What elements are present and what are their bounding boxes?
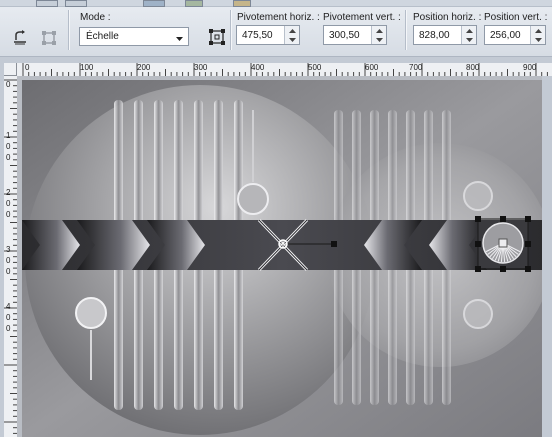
image-canvas[interactable]: [22, 80, 542, 437]
pos-v-input[interactable]: [485, 26, 531, 44]
ruler-label: 0: [6, 153, 11, 162]
pos-h-input[interactable]: [414, 26, 462, 44]
chevron-down-icon[interactable]: [285, 35, 299, 44]
ruler-label: 200: [137, 63, 151, 72]
ruler-label: 0: [6, 313, 11, 322]
chevron-down-icon[interactable]: [531, 35, 545, 44]
workspace-edge: [542, 76, 552, 437]
vertical-ruler[interactable]: 0 1 0 0 2 0 0 3 0 0 4 0 0: [4, 76, 18, 437]
pos-v-field[interactable]: [484, 25, 546, 45]
resize-handle[interactable]: [500, 216, 506, 222]
separator: [230, 10, 232, 50]
resize-handle[interactable]: [525, 216, 531, 222]
pivot-h-field[interactable]: [236, 25, 300, 45]
ruler-corner: [4, 63, 17, 76]
chevron-up-icon[interactable]: [462, 26, 476, 35]
ruler-label: 100: [80, 63, 94, 72]
separator: [405, 10, 407, 50]
ruler-label: 1: [6, 131, 11, 140]
ruler-label: 500: [308, 63, 322, 72]
ruler-label: 2: [6, 188, 11, 197]
ruler-label: 0: [6, 267, 11, 276]
ruler-label: 600: [365, 63, 379, 72]
pivot-h-label: Pivotement horiz. :: [237, 12, 320, 23]
ruler-label: 0: [6, 80, 11, 89]
tool-options-palette: Mode : Échelle Pivotement horiz. : Pivot…: [0, 0, 552, 57]
ruler-label: 0: [6, 210, 11, 219]
chevron-up-icon[interactable]: [531, 26, 545, 35]
ruler-label: 3: [6, 245, 11, 254]
pos-v-spinner: [530, 26, 545, 44]
ruler-label: 0: [6, 142, 11, 151]
horizontal-ruler[interactable]: 0 100 200 300 400 500 600 700 800 900: [4, 63, 552, 77]
ruler-label: 0: [6, 256, 11, 265]
resize-handle[interactable]: [525, 266, 531, 272]
mode-value: Échelle: [86, 31, 119, 42]
ruler-label: 400: [251, 63, 265, 72]
resize-handle[interactable]: [475, 216, 481, 222]
ruler-label: 800: [466, 63, 480, 72]
resize-handle[interactable]: [475, 266, 481, 272]
ruler-label: 0: [6, 199, 11, 208]
ruler-label: 0: [25, 63, 30, 72]
selected-object[interactable]: [478, 220, 528, 268]
mode-select[interactable]: Échelle: [79, 27, 189, 46]
top-strip: [0, 0, 552, 7]
pivot-v-field[interactable]: [323, 25, 387, 45]
ruler-label: 900: [523, 63, 537, 72]
deform-icon[interactable]: [38, 27, 60, 49]
strip-button[interactable]: [233, 0, 251, 7]
strip-button[interactable]: [65, 0, 87, 7]
resize-handle[interactable]: [500, 266, 506, 272]
ruler-label: 4: [6, 302, 11, 311]
pos-h-label: Position horiz. :: [413, 12, 482, 23]
chevron-down-icon[interactable]: [462, 35, 476, 44]
resize-handle[interactable]: [475, 241, 481, 247]
ruler-label: 0: [6, 324, 11, 333]
resize-handle[interactable]: [525, 241, 531, 247]
ruler-label: 700: [409, 63, 423, 72]
pos-v-label: Position vert. :: [484, 12, 548, 23]
pivot-h-spinner: [284, 26, 299, 44]
chevron-up-icon[interactable]: [372, 26, 386, 35]
separator: [68, 10, 70, 50]
transform-box-icon[interactable]: [206, 26, 228, 48]
pivot-h-input[interactable]: [237, 26, 285, 44]
strip-button[interactable]: [36, 0, 58, 7]
strip-button[interactable]: [143, 0, 165, 7]
chevron-up-icon[interactable]: [285, 26, 299, 35]
chevron-down-icon: [176, 33, 183, 45]
pos-h-spinner: [461, 26, 476, 44]
pivot-v-label: Pivotement vert. :: [323, 12, 401, 23]
mode-label: Mode :: [80, 12, 111, 23]
strip-button[interactable]: [185, 0, 203, 7]
pivot-v-input[interactable]: [324, 26, 372, 44]
pos-h-field[interactable]: [413, 25, 477, 45]
pivot-v-spinner: [371, 26, 386, 44]
chevron-down-icon[interactable]: [372, 35, 386, 44]
ruler-label: 300: [194, 63, 208, 72]
reset-icon[interactable]: [9, 27, 31, 49]
